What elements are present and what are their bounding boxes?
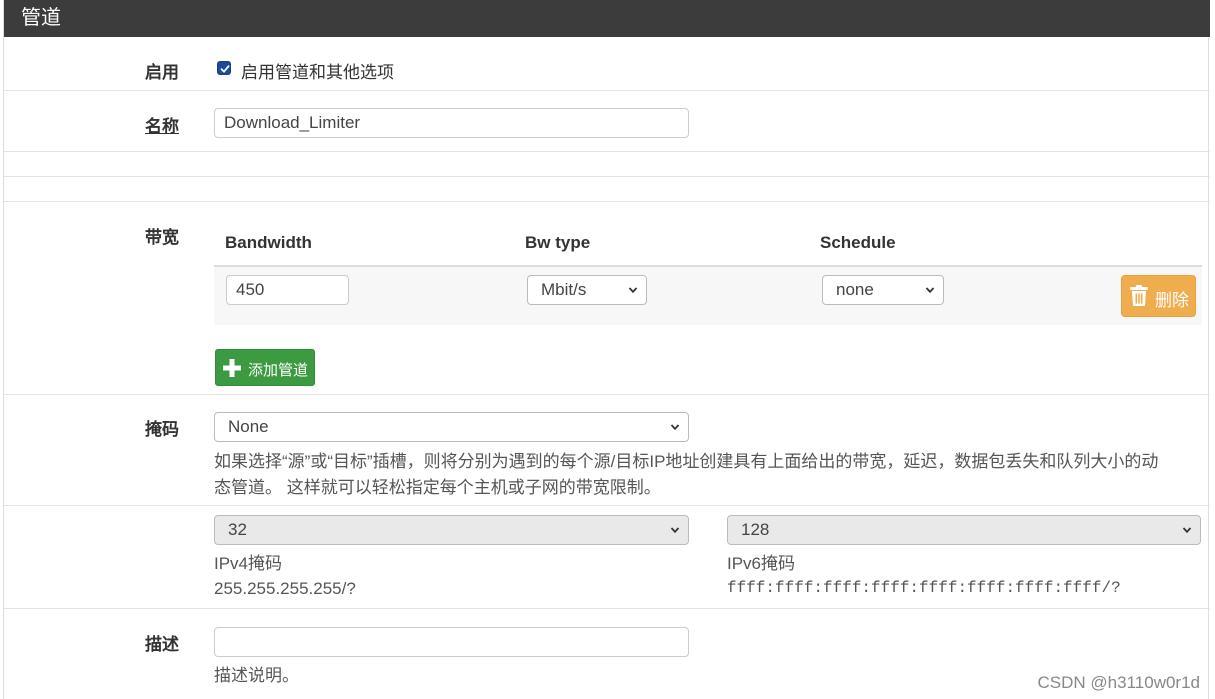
chevron-down-icon xyxy=(1182,527,1192,534)
delete-row-button[interactable]: 删除 xyxy=(1121,275,1196,317)
bw-type-selected: Mbit/s xyxy=(541,280,587,299)
description-label: 描述 xyxy=(145,635,179,654)
bandwidth-label: 带宽 xyxy=(145,228,179,247)
bandwidth-value-input[interactable]: 450 xyxy=(226,275,349,305)
column-header-bandwidth: Bandwidth xyxy=(225,233,312,252)
name-input[interactable]: Download_Limiter xyxy=(214,108,689,138)
mask-label: 掩码 xyxy=(145,420,179,439)
plus-icon xyxy=(223,359,241,377)
enable-checkbox[interactable] xyxy=(217,61,231,75)
chevron-down-icon xyxy=(628,287,638,294)
add-pipe-label: 添加管道 xyxy=(248,362,309,379)
description-input[interactable] xyxy=(214,627,689,657)
enable-label: 启用 xyxy=(145,63,179,82)
description-help: 描述说明。 xyxy=(214,666,299,685)
ipv6-mask-selected: 128 xyxy=(741,520,770,539)
divider xyxy=(4,151,1210,152)
name-label: 名称 xyxy=(145,117,179,136)
divider xyxy=(4,505,1210,506)
chevron-down-icon xyxy=(670,527,680,534)
column-header-schedule: Schedule xyxy=(820,233,896,252)
divider xyxy=(4,608,1210,609)
enable-checkbox-label[interactable]: 启用管道和其他选项 xyxy=(241,58,394,83)
ipv4-mask-hint: 255.255.255.255/? xyxy=(214,579,356,598)
schedule-selected: none xyxy=(836,280,874,299)
schedule-select[interactable]: none xyxy=(822,275,944,305)
delete-label: 删除 xyxy=(1155,291,1189,310)
panel-title: 管道 xyxy=(4,0,1210,37)
ipv4-mask-label: IPv4掩码 xyxy=(214,554,283,573)
column-header-bw-type: Bw type xyxy=(525,233,591,252)
mask-selected: None xyxy=(228,417,269,436)
ipv4-mask-select[interactable]: 32 xyxy=(214,515,689,545)
checkmark-icon xyxy=(220,65,230,73)
ipv6-mask-select[interactable]: 128 xyxy=(727,515,1201,545)
add-pipe-button[interactable]: 添加管道 xyxy=(215,349,315,386)
divider xyxy=(4,90,1210,91)
divider xyxy=(4,176,1210,177)
mask-help-line2: 态管道。 这样就可以轻松指定每个主机或子网的带宽限制。 xyxy=(214,478,661,497)
ipv6-mask-hint: ffff:ffff:ffff:ffff:ffff:ffff:ffff:ffff/… xyxy=(727,579,1121,597)
mask-help-line1: 如果选择“源”或“目标”插槽，则将分别为遇到的每个源/目标IP地址创建具有上面给… xyxy=(214,452,1159,471)
divider xyxy=(4,394,1210,395)
chevron-down-icon xyxy=(925,287,935,294)
watermark: CSDN @h3110w0r1d xyxy=(1037,673,1200,692)
chevron-down-icon xyxy=(670,424,680,431)
table-row xyxy=(214,267,1202,325)
bw-type-select[interactable]: Mbit/s xyxy=(527,275,647,305)
trash-icon xyxy=(1130,285,1148,306)
divider xyxy=(4,201,1210,202)
ipv4-mask-selected: 32 xyxy=(228,520,247,539)
ipv6-mask-label: IPv6掩码 xyxy=(727,554,796,573)
limiter-panel: 管道 启用 启用管道和其他选项 名称 Download_Limiter 带宽 B… xyxy=(3,0,1210,699)
mask-select[interactable]: None xyxy=(214,412,689,442)
